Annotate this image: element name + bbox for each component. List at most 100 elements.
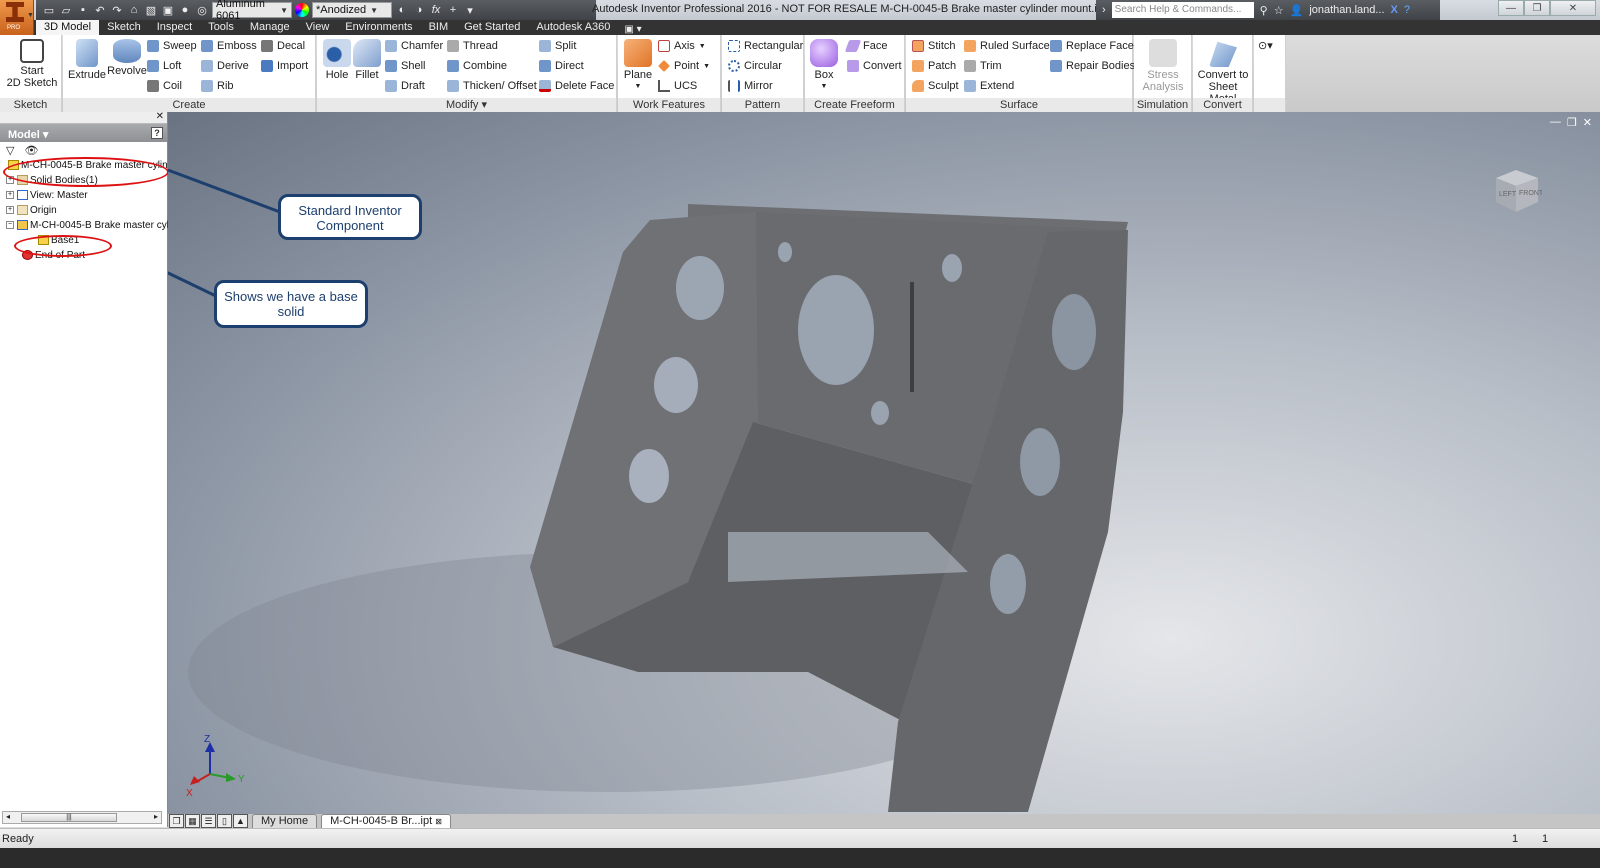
panel-toggle-icon[interactable]: ▣ ▾ [618,24,641,35]
tree-item-derived-part[interactable]: − M-CH-0045-B Brake master cylin [4,218,177,233]
tab-bim[interactable]: BIM [421,20,457,35]
collapse-icon[interactable]: − [6,221,14,230]
close-tab-icon[interactable]: ⊠ [435,817,442,826]
user-name[interactable]: jonathan.land... [1309,4,1384,16]
replace-face-button[interactable]: Replace Face [1050,40,1134,52]
viewcube[interactable]: LEFT FRONT [1490,164,1544,214]
tab-my-home[interactable]: My Home [252,814,318,828]
restore-icon[interactable]: ❐ [1524,0,1550,16]
tab-autodesk-a360[interactable]: Autodesk A360 [528,20,618,35]
material-dropdown[interactable]: Aluminum 6061 ▼ [212,0,292,22]
sweep-button[interactable]: Sweep [147,40,197,52]
undo-icon[interactable]: ↶ [93,3,107,17]
combine-button[interactable]: Combine [447,60,507,72]
tab-document[interactable]: M-CH-0045-B Br...ipt ⊠ [321,814,451,828]
mirror-button[interactable]: Mirror [728,80,773,92]
modify-panel-dropdown[interactable]: Modify ▾ [317,98,616,112]
convert-to-sheet-metal-button[interactable]: Convert to Sheet Metal [1195,39,1251,105]
rib-button[interactable]: Rib [201,80,234,92]
help-icon[interactable]: ? [151,127,163,139]
derive-button[interactable]: Derive [201,60,249,72]
import-button[interactable]: Import [261,60,308,72]
star-icon[interactable]: ☆ [1274,4,1284,17]
browser-header[interactable]: Model ▾? [0,124,167,142]
graphics-viewport[interactable]: — ❐ ✕ Standard Inventor Component Shows … [168,112,1600,814]
cascade-windows-icon[interactable]: ❐ [169,814,184,828]
tile-horizontal-icon[interactable]: ☰ [201,814,216,828]
draft-button[interactable]: Draft [385,80,425,92]
emboss-button[interactable]: Emboss [201,40,257,52]
ribbon-options-button[interactable]: ⊙▾ [1258,39,1273,52]
thicken-offset-button[interactable]: Thicken/ Offset [447,80,537,92]
material-icon[interactable]: ◎ [195,3,209,17]
minimize-icon[interactable]: — [1498,0,1524,16]
scroll-left-icon[interactable]: ◂ [6,812,10,821]
expand-icon[interactable]: + [6,191,14,200]
axis-button[interactable]: Axis ▼ [658,40,706,52]
fx-icon[interactable]: fx [429,3,443,17]
appearance-dropdown[interactable]: *Anodized ▼ [312,2,392,18]
scrollbar-thumb[interactable]: ||| [21,813,117,822]
tab-get-started[interactable]: Get Started [456,20,528,35]
browser-horizontal-scrollbar[interactable]: ◂ ||| ▸ [2,811,162,824]
delete-face-button[interactable]: Delete Face [539,80,614,92]
circular-pattern-button[interactable]: Circular [728,60,782,72]
tab-environments[interactable]: Environments [337,20,420,35]
direct-button[interactable]: Direct [539,60,584,72]
hole-button[interactable]: Hole [321,39,353,81]
start-2d-sketch-button[interactable]: Start 2D Sketch [6,39,58,89]
search-input[interactable]: Search Help & Commands... [1111,2,1254,18]
expand-icon[interactable]: + [6,206,14,215]
tab-inspect[interactable]: Inspect [149,20,200,35]
tile-windows-icon[interactable]: ▦ [185,814,200,828]
save-icon[interactable]: ▪ [76,3,90,17]
select-icon[interactable]: ▣ [161,3,175,17]
tree-item-view-master[interactable]: + View: Master [4,188,167,203]
tab-sketch[interactable]: Sketch [99,20,149,35]
rectangular-pattern-button[interactable]: Rectangular [728,40,803,52]
clear-appearance-icon[interactable]: ◑ [412,3,426,17]
sculpt-button[interactable]: Sculpt [912,80,959,92]
update-icon[interactable]: ▧ [144,3,158,17]
binoculars-icon[interactable]: ⚲ [1260,4,1268,17]
close-icon[interactable]: ✕ [156,111,164,122]
patch-button[interactable]: Patch [912,60,956,72]
tile-vertical-icon[interactable]: ▯ [217,814,232,828]
new-icon[interactable]: ▭ [42,3,56,17]
browser-grip[interactable]: ✕ [0,111,167,124]
extrude-button[interactable]: Extrude [67,39,107,81]
binoculars-icon[interactable]: 👁 [24,144,38,157]
plane-button[interactable]: Plane ▼ [622,39,654,93]
tree-item-origin[interactable]: + Origin [4,203,167,218]
revolve-button[interactable]: Revolve [105,39,149,77]
decal-button[interactable]: Decal [261,40,305,52]
arrange-up-icon[interactable]: ▲ [233,814,248,828]
plus-icon[interactable]: + [446,3,460,17]
tab-tools[interactable]: Tools [200,20,242,35]
chevron-right-icon[interactable]: › [1102,4,1106,16]
loft-button[interactable]: Loft [147,60,181,72]
shell-button[interactable]: Shell [385,60,425,72]
redo-icon[interactable]: ↷ [110,3,124,17]
customize-icon[interactable]: ▾ [463,3,477,17]
fillet-button[interactable]: Fillet [351,39,383,81]
scroll-right-icon[interactable]: ▸ [154,812,158,821]
convert-button[interactable]: Convert [847,60,902,72]
trim-button[interactable]: Trim [964,60,1002,72]
filter-icon[interactable]: ▽ [6,144,14,157]
exchange-icon[interactable]: X [1391,4,1398,16]
tab-manage[interactable]: Manage [242,20,298,35]
ucs-button[interactable]: UCS [658,80,697,92]
point-button[interactable]: Point ▼ [658,60,710,72]
extend-button[interactable]: Extend [964,80,1014,92]
ruled-surface-button[interactable]: Ruled Surface [964,40,1050,52]
help-icon[interactable]: ? [1404,4,1410,16]
split-button[interactable]: Split [539,40,576,52]
color-icon[interactable]: ● [178,3,192,17]
tab-3d-model[interactable]: 3D Model [36,20,100,35]
open-icon[interactable]: ▱ [59,3,73,17]
thread-button[interactable]: Thread [447,40,498,52]
box-button[interactable]: Box ▼ [809,39,839,93]
adjust-appearance-icon[interactable]: ◐ [395,3,409,17]
repair-bodies-button[interactable]: Repair Bodies [1050,60,1135,72]
